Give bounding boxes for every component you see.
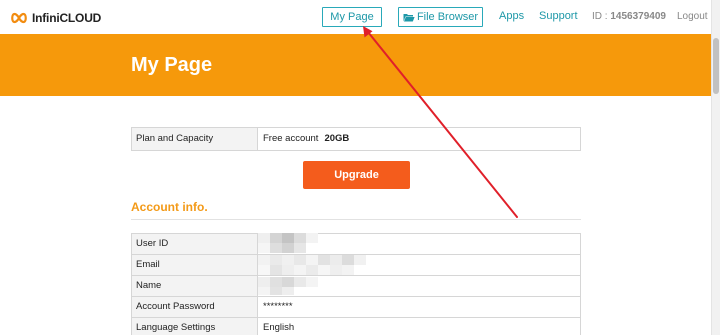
account-password-row-label: Account Password [132, 297, 258, 317]
plan-capacity-table: Plan and Capacity Free account 20GB [131, 127, 581, 151]
logout-link[interactable]: Logout [677, 11, 708, 22]
plan-capacity-label: Plan and Capacity [132, 128, 258, 150]
vertical-scrollbar[interactable] [711, 0, 720, 335]
user-id-display: ID : 1456379409 [592, 11, 666, 22]
nav-file-browser-label: File Browser [416, 11, 479, 23]
plan-name: Free account [263, 133, 319, 144]
plan-capacity: 20GB [324, 133, 350, 144]
nav-apps-link[interactable]: Apps [499, 10, 524, 22]
nav-file-browser-button[interactable]: File Browser [398, 7, 483, 27]
scrollbar-thumb[interactable] [713, 38, 719, 94]
table-row: Account Password ******** [132, 297, 580, 318]
nav-support-link[interactable]: Support [539, 10, 578, 22]
table-row: Plan and Capacity Free account 20GB [132, 128, 580, 150]
upgrade-button[interactable]: Upgrade [303, 161, 410, 189]
account-info-heading: Account info. [131, 200, 208, 214]
user-id-value: 1456379409 [610, 11, 666, 22]
table-row: Language Settings English [132, 318, 580, 335]
language-settings-row-label: Language Settings [132, 318, 258, 335]
top-navigation-bar: InfiniCLOUD My Page File Browser Apps Su… [0, 0, 711, 34]
section-divider [131, 219, 581, 220]
name-row-label: Name [132, 276, 258, 296]
user-id-row-label: User ID [132, 234, 258, 254]
page-banner: My Page [0, 34, 711, 96]
logo-text: InfiniCLOUD [32, 11, 102, 25]
user-id-label: ID : [592, 11, 611, 22]
page-title: My Page [131, 54, 213, 76]
nav-my-page-button[interactable]: My Page [322, 7, 382, 27]
infinicloud-logo[interactable]: InfiniCLOUD [10, 10, 101, 26]
account-password-row-value: ******** [263, 301, 293, 312]
plan-capacity-value: Free account 20GB [258, 128, 580, 150]
email-row-label: Email [132, 255, 258, 275]
redacted-personal-info [258, 233, 366, 295]
language-settings-row-value: English [263, 322, 295, 333]
folder-open-icon [403, 13, 415, 21]
infinity-logo-icon [11, 12, 27, 24]
